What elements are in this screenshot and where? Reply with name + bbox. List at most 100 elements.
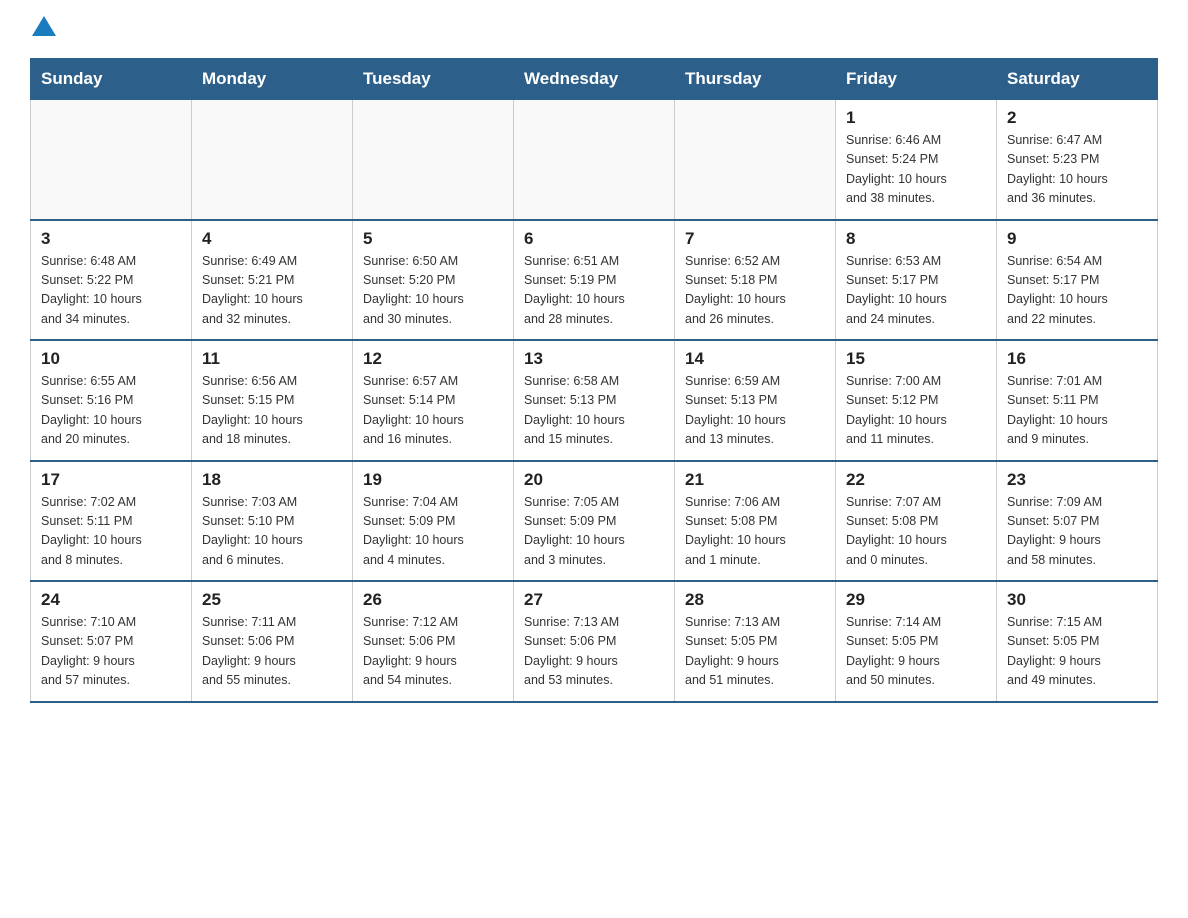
day-number: 30 xyxy=(1007,590,1149,610)
day-cell: 8 Sunrise: 6:53 AMSunset: 5:17 PMDaylight… xyxy=(836,220,997,341)
day-info: Sunrise: 7:04 AMSunset: 5:09 PMDaylight:… xyxy=(363,493,505,571)
day-info: Sunrise: 7:14 AMSunset: 5:05 PMDaylight:… xyxy=(846,613,988,691)
week-row-3: 10 Sunrise: 6:55 AMSunset: 5:16 PMDayligh… xyxy=(31,340,1158,461)
day-number: 11 xyxy=(202,349,344,369)
day-number: 5 xyxy=(363,229,505,249)
day-cell: 15 Sunrise: 7:00 AMSunset: 5:12 PMDayligh… xyxy=(836,340,997,461)
column-header-thursday: Thursday xyxy=(675,59,836,100)
day-number: 10 xyxy=(41,349,183,369)
day-cell: 5 Sunrise: 6:50 AMSunset: 5:20 PMDaylight… xyxy=(353,220,514,341)
day-number: 8 xyxy=(846,229,988,249)
day-info: Sunrise: 7:01 AMSunset: 5:11 PMDaylight:… xyxy=(1007,372,1149,450)
day-info: Sunrise: 6:57 AMSunset: 5:14 PMDaylight:… xyxy=(363,372,505,450)
day-number: 19 xyxy=(363,470,505,490)
column-header-saturday: Saturday xyxy=(997,59,1158,100)
day-number: 15 xyxy=(846,349,988,369)
day-number: 13 xyxy=(524,349,666,369)
day-info: Sunrise: 6:52 AMSunset: 5:18 PMDaylight:… xyxy=(685,252,827,330)
day-info: Sunrise: 7:09 AMSunset: 5:07 PMDaylight:… xyxy=(1007,493,1149,571)
day-cell xyxy=(31,100,192,220)
calendar-table: SundayMondayTuesdayWednesdayThursdayFrid… xyxy=(30,58,1158,703)
column-header-sunday: Sunday xyxy=(31,59,192,100)
day-number: 27 xyxy=(524,590,666,610)
day-number: 7 xyxy=(685,229,827,249)
day-cell: 28Sunrise: 7:13 AMSunset: 5:05 PMDayligh… xyxy=(675,581,836,702)
day-number: 26 xyxy=(363,590,505,610)
day-cell: 21 Sunrise: 7:06 AMSunset: 5:08 PMDayligh… xyxy=(675,461,836,582)
day-cell: 29 Sunrise: 7:14 AMSunset: 5:05 PMDayligh… xyxy=(836,581,997,702)
day-info: Sunrise: 6:47 AMSunset: 5:23 PMDaylight:… xyxy=(1007,131,1149,209)
day-info: Sunrise: 6:59 AMSunset: 5:13 PMDaylight:… xyxy=(685,372,827,450)
week-row-1: 1Sunrise: 6:46 AMSunset: 5:24 PMDaylight… xyxy=(31,100,1158,220)
day-cell xyxy=(353,100,514,220)
day-cell: 1Sunrise: 6:46 AMSunset: 5:24 PMDaylight… xyxy=(836,100,997,220)
day-cell: 24 Sunrise: 7:10 AMSunset: 5:07 PMDayligh… xyxy=(31,581,192,702)
day-info: Sunrise: 6:55 AMSunset: 5:16 PMDaylight:… xyxy=(41,372,183,450)
day-number: 17 xyxy=(41,470,183,490)
day-number: 25 xyxy=(202,590,344,610)
day-cell: 10 Sunrise: 6:55 AMSunset: 5:16 PMDayligh… xyxy=(31,340,192,461)
day-info: Sunrise: 6:53 AMSunset: 5:17 PMDaylight:… xyxy=(846,252,988,330)
day-info: Sunrise: 7:11 AMSunset: 5:06 PMDaylight:… xyxy=(202,613,344,691)
day-info: Sunrise: 6:58 AMSunset: 5:13 PMDaylight:… xyxy=(524,372,666,450)
day-info: Sunrise: 7:00 AMSunset: 5:12 PMDaylight:… xyxy=(846,372,988,450)
day-info: Sunrise: 6:51 AMSunset: 5:19 PMDaylight:… xyxy=(524,252,666,330)
day-number: 22 xyxy=(846,470,988,490)
day-number: 28 xyxy=(685,590,827,610)
day-cell: 23 Sunrise: 7:09 AMSunset: 5:07 PMDayligh… xyxy=(997,461,1158,582)
day-info: Sunrise: 7:07 AMSunset: 5:08 PMDaylight:… xyxy=(846,493,988,571)
day-info: Sunrise: 6:49 AMSunset: 5:21 PMDaylight:… xyxy=(202,252,344,330)
day-cell xyxy=(192,100,353,220)
logo-triangle-icon xyxy=(32,16,56,36)
calendar-header-row: SundayMondayTuesdayWednesdayThursdayFrid… xyxy=(31,59,1158,100)
day-cell: 26 Sunrise: 7:12 AMSunset: 5:06 PMDayligh… xyxy=(353,581,514,702)
day-info: Sunrise: 7:15 AMSunset: 5:05 PMDaylight:… xyxy=(1007,613,1149,691)
day-number: 16 xyxy=(1007,349,1149,369)
day-cell: 9Sunrise: 6:54 AMSunset: 5:17 PMDaylight… xyxy=(997,220,1158,341)
day-cell: 18 Sunrise: 7:03 AMSunset: 5:10 PMDayligh… xyxy=(192,461,353,582)
day-cell: 25 Sunrise: 7:11 AMSunset: 5:06 PMDayligh… xyxy=(192,581,353,702)
day-cell: 6Sunrise: 6:51 AMSunset: 5:19 PMDaylight… xyxy=(514,220,675,341)
day-cell: 2 Sunrise: 6:47 AMSunset: 5:23 PMDaylight… xyxy=(997,100,1158,220)
day-cell: 20Sunrise: 7:05 AMSunset: 5:09 PMDayligh… xyxy=(514,461,675,582)
day-cell: 17 Sunrise: 7:02 AMSunset: 5:11 PMDayligh… xyxy=(31,461,192,582)
day-cell: 22 Sunrise: 7:07 AMSunset: 5:08 PMDayligh… xyxy=(836,461,997,582)
day-cell: 30 Sunrise: 7:15 AMSunset: 5:05 PMDayligh… xyxy=(997,581,1158,702)
day-cell: 11 Sunrise: 6:56 AMSunset: 5:15 PMDayligh… xyxy=(192,340,353,461)
day-cell: 19 Sunrise: 7:04 AMSunset: 5:09 PMDayligh… xyxy=(353,461,514,582)
day-info: Sunrise: 6:50 AMSunset: 5:20 PMDaylight:… xyxy=(363,252,505,330)
day-number: 9 xyxy=(1007,229,1149,249)
day-number: 4 xyxy=(202,229,344,249)
day-number: 24 xyxy=(41,590,183,610)
day-info: Sunrise: 6:56 AMSunset: 5:15 PMDaylight:… xyxy=(202,372,344,450)
column-header-wednesday: Wednesday xyxy=(514,59,675,100)
day-cell: 14 Sunrise: 6:59 AMSunset: 5:13 PMDayligh… xyxy=(675,340,836,461)
day-info: Sunrise: 6:46 AMSunset: 5:24 PMDaylight:… xyxy=(846,131,988,209)
day-cell: 13 Sunrise: 6:58 AMSunset: 5:13 PMDayligh… xyxy=(514,340,675,461)
day-number: 14 xyxy=(685,349,827,369)
page-header xyxy=(30,20,1158,40)
day-number: 23 xyxy=(1007,470,1149,490)
day-number: 18 xyxy=(202,470,344,490)
day-number: 29 xyxy=(846,590,988,610)
day-number: 21 xyxy=(685,470,827,490)
week-row-4: 17 Sunrise: 7:02 AMSunset: 5:11 PMDayligh… xyxy=(31,461,1158,582)
column-header-tuesday: Tuesday xyxy=(353,59,514,100)
logo xyxy=(30,20,58,40)
day-cell xyxy=(514,100,675,220)
day-info: Sunrise: 7:03 AMSunset: 5:10 PMDaylight:… xyxy=(202,493,344,571)
week-row-2: 3Sunrise: 6:48 AMSunset: 5:22 PMDaylight… xyxy=(31,220,1158,341)
day-number: 2 xyxy=(1007,108,1149,128)
column-header-friday: Friday xyxy=(836,59,997,100)
day-info: Sunrise: 7:10 AMSunset: 5:07 PMDaylight:… xyxy=(41,613,183,691)
day-info: Sunrise: 7:06 AMSunset: 5:08 PMDaylight:… xyxy=(685,493,827,571)
day-cell: 3Sunrise: 6:48 AMSunset: 5:22 PMDaylight… xyxy=(31,220,192,341)
day-info: Sunrise: 7:02 AMSunset: 5:11 PMDaylight:… xyxy=(41,493,183,571)
day-cell: 12Sunrise: 6:57 AMSunset: 5:14 PMDayligh… xyxy=(353,340,514,461)
day-cell xyxy=(675,100,836,220)
day-number: 20 xyxy=(524,470,666,490)
day-info: Sunrise: 7:12 AMSunset: 5:06 PMDaylight:… xyxy=(363,613,505,691)
day-info: Sunrise: 6:48 AMSunset: 5:22 PMDaylight:… xyxy=(41,252,183,330)
day-cell: 7 Sunrise: 6:52 AMSunset: 5:18 PMDaylight… xyxy=(675,220,836,341)
day-cell: 27Sunrise: 7:13 AMSunset: 5:06 PMDayligh… xyxy=(514,581,675,702)
